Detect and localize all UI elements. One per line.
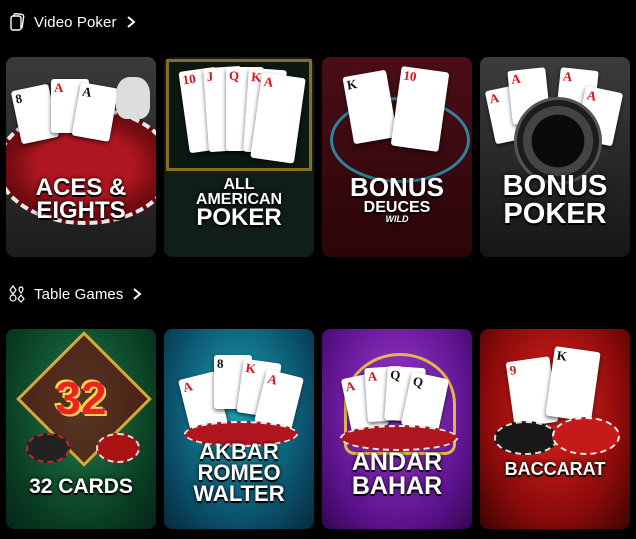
card-suits-icon <box>8 285 26 303</box>
game-title: ALL AMERICAN POKER <box>195 176 283 232</box>
game-title: BONUS DEUCES WILD <box>350 172 444 224</box>
game-art: 9 K <box>480 329 630 529</box>
chevron-right-icon <box>131 288 143 300</box>
game-title: BONUS POKER <box>502 170 608 230</box>
section-title: Table Games <box>34 285 124 303</box>
cards-icon <box>8 13 26 31</box>
section-header-video-poker[interactable]: Video Poker <box>8 10 137 34</box>
game-tile-aces-eights[interactable]: 8 A A ACES & EIGHTS <box>6 57 156 257</box>
game-tile-32-cards[interactable]: 32 32 CARDS <box>6 329 156 529</box>
section-title: Video Poker <box>34 13 117 31</box>
game-art: 32 <box>6 329 156 529</box>
game-art: 8 A A <box>6 57 156 257</box>
game-title: ANDAR BAHAR <box>351 448 443 500</box>
game-title: ACES & EIGHTS <box>35 174 127 224</box>
game-title: BACCARAT <box>504 459 606 479</box>
section-header-table-games[interactable]: Table Games <box>8 282 143 306</box>
chevron-right-icon <box>125 16 137 28</box>
game-tile-akbar-romeo-walter[interactable]: A 8 K A AKBAR ROMEO WALTER <box>164 329 314 529</box>
game-title: AKBAR ROMEO WALTER <box>193 439 285 506</box>
game-tile-andar-bahar[interactable]: A A Q Q ANDAR BAHAR <box>322 329 472 529</box>
game-title: 32 CARDS <box>29 475 133 498</box>
game-tile-all-american-poker[interactable]: 10 J Q K A ALL AMERICAN POKER <box>164 57 314 257</box>
game-art: K 10 <box>322 57 472 257</box>
game-tile-bonus-poker[interactable]: A A A A BONUS POKER <box>480 57 630 257</box>
game-tile-bonus-deuces-wild[interactable]: K 10 BONUS DEUCES WILD <box>322 57 472 257</box>
game-tile-baccarat[interactable]: 9 K BACCARAT <box>480 329 630 529</box>
game-badge: 32 <box>55 372 107 424</box>
